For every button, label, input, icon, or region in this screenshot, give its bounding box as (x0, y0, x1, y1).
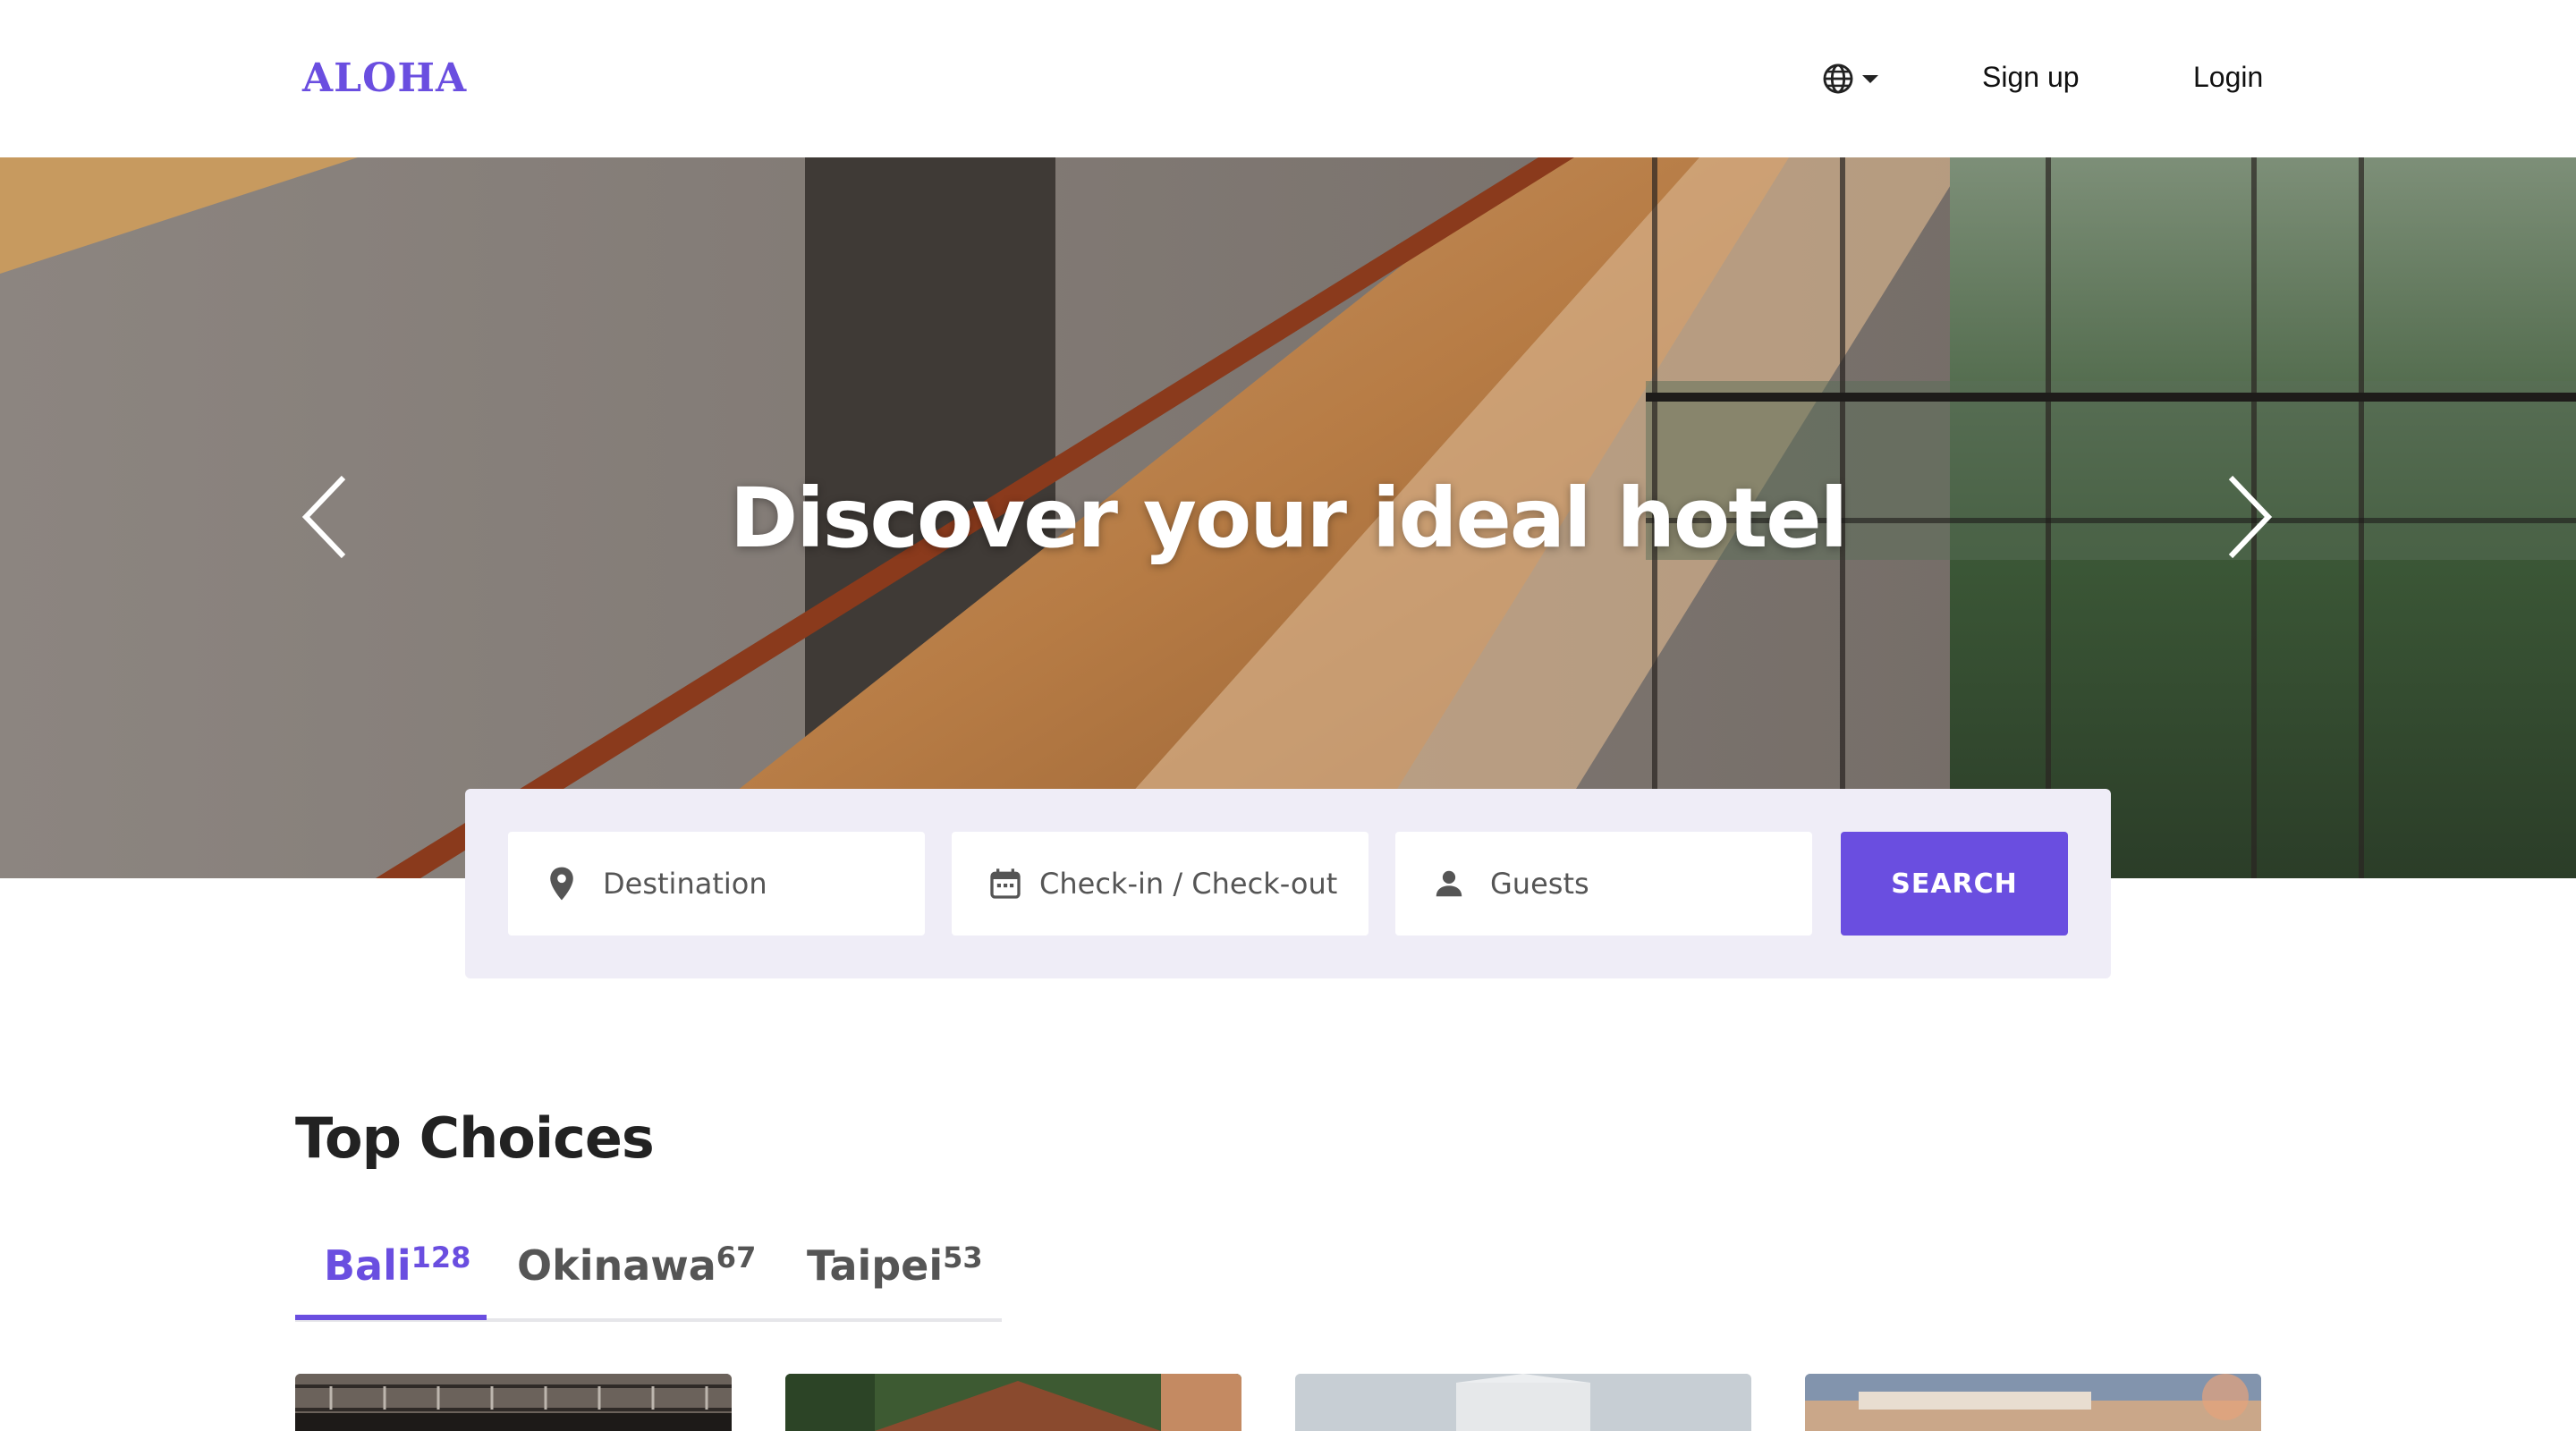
hero-banner: Discover your ideal hotel (0, 157, 2576, 878)
tab-label: Bali (324, 1241, 411, 1290)
hero-title: Discover your ideal hotel (729, 470, 1848, 566)
caret-down-icon (1860, 72, 1880, 85)
tab-okinawa[interactable]: Okinawa67 (517, 1240, 757, 1290)
tab-count: 67 (716, 1240, 757, 1274)
destination-input[interactable]: Destination (508, 832, 925, 936)
guests-input[interactable]: Guests (1395, 832, 1812, 936)
dates-placeholder: Check-in / Check-out (1039, 867, 1338, 901)
section-title: Top Choices (295, 1105, 655, 1171)
destination-placeholder: Destination (603, 867, 767, 901)
site-header: ALOHA Sign up Login (0, 0, 2576, 157)
hotel-card[interactable] (1805, 1374, 2261, 1431)
location-pin-icon (544, 866, 580, 902)
tab-label: Okinawa (517, 1241, 716, 1290)
signup-link[interactable]: Sign up (1982, 61, 2080, 94)
tab-count: 128 (411, 1240, 471, 1274)
search-panel: Destination Check-in / Check-out Guests … (465, 789, 2111, 978)
calendar-icon (987, 866, 1023, 902)
language-selector[interactable] (1821, 61, 1885, 97)
tab-count: 53 (943, 1240, 983, 1274)
tab-bali[interactable]: Bali128 (324, 1240, 471, 1290)
search-button[interactable]: SEARCH (1841, 832, 2068, 936)
tab-label: Taipei (807, 1241, 944, 1290)
hotel-card-image (295, 1374, 732, 1431)
login-link[interactable]: Login (2193, 61, 2263, 94)
city-tabs: Bali128 Okinawa67 Taipei53 (295, 1234, 1002, 1322)
dates-input[interactable]: Check-in / Check-out (952, 832, 1368, 936)
guests-placeholder: Guests (1490, 867, 1589, 901)
tab-taipei[interactable]: Taipei53 (807, 1240, 983, 1290)
hotel-card[interactable] (295, 1374, 732, 1431)
hotel-card-image (1295, 1374, 1751, 1431)
hotel-card[interactable] (1295, 1374, 1751, 1431)
person-icon (1431, 866, 1467, 902)
logo[interactable]: ALOHA (302, 55, 467, 101)
active-tab-indicator (295, 1315, 487, 1320)
hotel-card-image (1805, 1374, 2261, 1431)
hotel-card[interactable] (785, 1374, 1241, 1431)
hotel-card-image (785, 1374, 1241, 1431)
globe-icon (1821, 62, 1855, 96)
